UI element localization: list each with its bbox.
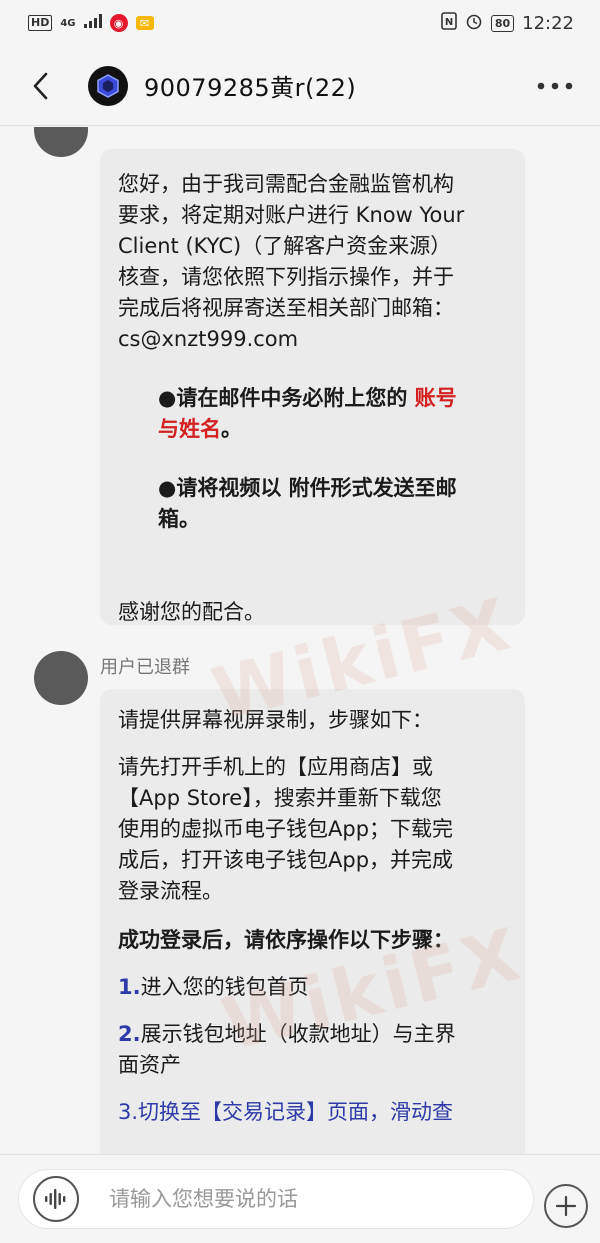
step-text: 进入您的钱包首页 — [140, 975, 309, 999]
message-line: 完成后将视屏寄送至相关部门邮箱： — [118, 296, 454, 320]
voice-waveform-icon — [45, 1189, 66, 1209]
message-line: 要求，将定期对账户进行 Know Your — [118, 203, 465, 227]
sender-avatar[interactable] — [34, 651, 88, 705]
step-number: 1. — [118, 975, 141, 999]
bullet-item: ●请将视频以 附件形式发送至邮 — [158, 476, 457, 500]
chevron-left-icon — [33, 72, 48, 99]
closing-text: 感谢您的配合。 — [118, 600, 265, 624]
bullet-item-cont: 箱。 — [158, 507, 200, 531]
highlight-text: 账号 — [414, 386, 457, 410]
network-type: 4G — [60, 17, 76, 29]
signal-icon — [83, 13, 102, 33]
bullet-item: ●请在邮件中务必附上您的 账号 — [118, 383, 507, 414]
plus-icon — [555, 1195, 577, 1217]
step-number: 2. — [118, 1022, 141, 1046]
message-line: 请提供屏幕视屏录制，步骤如下： — [118, 708, 433, 732]
bullet-text: 。 — [221, 417, 242, 441]
hd-indicator: HD — [28, 15, 53, 31]
sender-avatar[interactable] — [34, 127, 88, 157]
chat-area[interactable]: 您好，由于我司需配合金融监管机构 要求，将定期对账户进行 Know Your C… — [0, 127, 600, 1154]
email-address: cs@xnzt999.com — [118, 327, 299, 351]
group-avatar[interactable] — [88, 65, 128, 106]
message-line: 您好，由于我司需配合金融监管机构 — [118, 172, 454, 196]
hexagon-logo-icon — [97, 73, 119, 98]
message-input[interactable] — [109, 1170, 509, 1228]
message-line: 【App Store】，搜索并重新下载您 — [118, 786, 442, 810]
more-dots-icon — [537, 82, 573, 89]
message-bubble[interactable]: 您好，由于我司需配合金融监管机构 要求，将定期对账户进行 Know Your C… — [100, 149, 525, 625]
step-text-cont: 面资产 — [118, 1053, 181, 1077]
nfc-icon: N — [441, 11, 457, 35]
status-right: N 80 12:22 — [441, 11, 574, 35]
voice-button[interactable] — [33, 1176, 79, 1222]
mail-notification-icon: ✉ — [135, 16, 154, 30]
message-input-container[interactable] — [18, 1169, 534, 1229]
chat-header: 90079285黄r(22) — [0, 46, 600, 126]
step-item: 2.展示钱包地址（收款地址）与主界 — [118, 1019, 507, 1050]
message-line: 使用的虚拟币电子钱包App；下载完 — [118, 817, 454, 841]
status-left: HD 4G ◉ ✉ — [28, 13, 154, 33]
message-line: 请先打开手机上的【应用商店】或 — [118, 755, 433, 779]
bullet-text: ●请在邮件中务必附上您的 — [158, 386, 415, 410]
step-item-partial: 3.切换至【交易记录】页面，滑动查 — [118, 1100, 454, 1124]
battery-indicator: 80 — [490, 14, 515, 32]
steps-title: 成功登录后，请依序操作以下步骤： — [118, 928, 454, 952]
clock: 12:22 — [522, 12, 574, 34]
input-bar — [0, 1154, 600, 1243]
more-options-button[interactable] — [510, 46, 600, 126]
step-item: 1.进入您的钱包首页 — [118, 972, 507, 1003]
step-text: 展示钱包地址（收款地址）与主界 — [140, 1022, 456, 1046]
message-line: 成后，打开该电子钱包App，并完成 — [118, 848, 454, 872]
back-button[interactable] — [0, 46, 80, 126]
message-line: 登录流程。 — [118, 879, 223, 903]
message-bubble[interactable]: 请提供屏幕视屏录制，步骤如下： 请先打开手机上的【应用商店】或 【App Sto… — [100, 689, 525, 1154]
bullet-item-cont: 与姓名。 — [118, 414, 507, 445]
add-attachment-button[interactable] — [544, 1184, 588, 1228]
weibo-icon: ◉ — [109, 14, 128, 32]
message-line: 核查，请您依照下列指示操作，并于 — [118, 265, 454, 289]
status-bar: HD 4G ◉ ✉ N 80 12:22 — [0, 0, 600, 46]
message-line: Client (KYC)（了解客户资金来源） — [118, 234, 452, 258]
sender-name: 用户已退群 — [100, 657, 190, 678]
svg-text:N: N — [445, 17, 453, 28]
alarm-icon — [465, 12, 483, 35]
highlight-text: 与姓名 — [158, 417, 221, 441]
chat-title: 90079285黄r(22) — [144, 74, 357, 102]
